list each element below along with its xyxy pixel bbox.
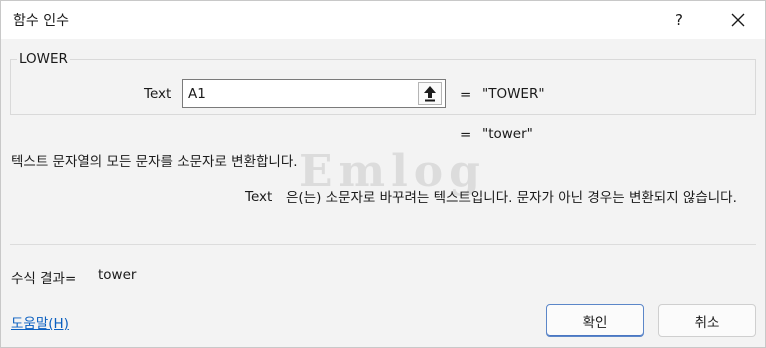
argument-help-label: Text xyxy=(245,189,273,205)
dialog-title: 함수 인수 xyxy=(13,13,69,29)
ok-button-label: 확인 xyxy=(582,314,608,331)
collapse-dialog-button[interactable] xyxy=(418,82,442,105)
cancel-button[interactable]: 취소 xyxy=(658,304,756,337)
title-bar: 함수 인수 ? xyxy=(1,1,765,39)
help-link[interactable]: 도움말(H) xyxy=(11,312,69,332)
argument-equals: = xyxy=(460,87,472,103)
divider xyxy=(10,244,756,245)
argument-field xyxy=(182,79,446,108)
cancel-button-label: 취소 xyxy=(694,314,720,331)
close-button[interactable] xyxy=(723,5,753,35)
argument-evaluated-value: "TOWER" xyxy=(482,86,545,102)
function-result-value: "tower" xyxy=(482,126,533,142)
close-icon xyxy=(731,13,745,27)
argument-label: Text xyxy=(144,86,172,102)
collapse-arrow-icon xyxy=(424,86,436,102)
function-arguments-dialog: 함수 인수 ? LOWER Text = "TOWER" = "tower" 텍… xyxy=(0,0,766,348)
function-description: 텍스트 문자열의 모든 문자를 소문자로 변환합니다. xyxy=(11,154,298,170)
function-name: LOWER xyxy=(17,51,70,67)
question-icon: ? xyxy=(675,11,683,29)
formula-result-value: tower xyxy=(98,267,137,283)
argument-help-text: 은(는) 소문자로 바꾸려는 텍스트입니다. 문자가 아닌 경우는 변환되지 않… xyxy=(286,190,737,206)
argument-input[interactable] xyxy=(183,80,417,107)
help-button[interactable]: ? xyxy=(665,5,693,35)
function-result-equals: = xyxy=(460,127,472,143)
formula-result-label: 수식 결과= xyxy=(11,271,77,287)
ok-button[interactable]: 확인 xyxy=(546,304,644,337)
